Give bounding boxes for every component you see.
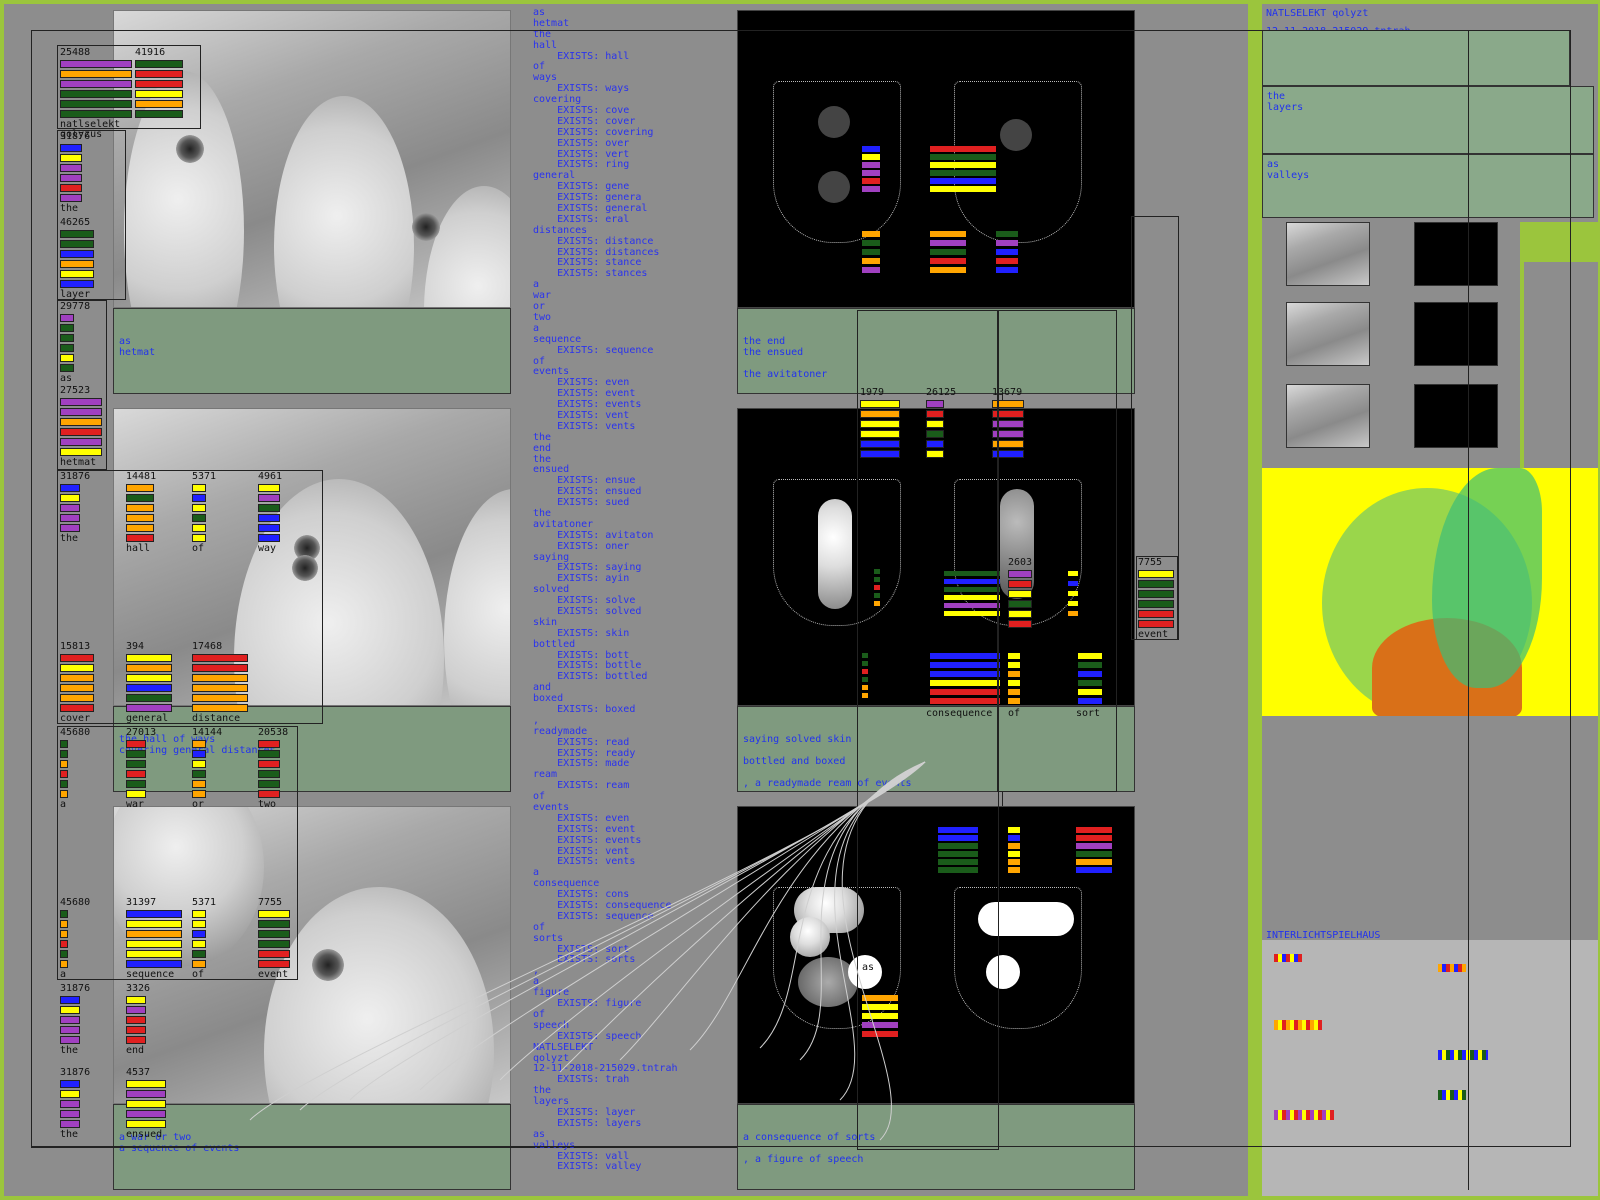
link-curve [759,761,926,1049]
right-lower-panel [1262,940,1598,1196]
thumb-visual-2[interactable] [1414,302,1498,366]
thumb-finger-2[interactable] [1286,302,1370,366]
right-panel-layers: the layers [1262,86,1594,154]
right-header-title: NATLSELEKT qolyzt [1266,8,1369,19]
frame-line-vertical [1468,30,1469,1190]
thumb-visual-3[interactable] [1414,384,1498,448]
frame-line-right [1570,30,1571,1147]
link-curve [689,761,926,1051]
link-curve [419,761,926,1091]
collage-yellow [1262,468,1598,716]
frame-line-top [31,30,1571,31]
link-curve [249,761,926,1121]
frame-line-bottom [31,1146,1571,1147]
right-panel-valleys: as valleys [1262,154,1594,218]
link-curve [349,761,926,1101]
thumb-finger-1[interactable] [1286,222,1370,286]
thumb-visual-1[interactable] [1414,222,1498,286]
link-curve [559,761,926,1073]
link-curve [299,761,926,1111]
thumbnail-grid [1262,222,1598,468]
right-panel-top [1262,30,1570,86]
link-curve [799,761,926,1061]
thumb-finger-3[interactable] [1286,384,1370,448]
